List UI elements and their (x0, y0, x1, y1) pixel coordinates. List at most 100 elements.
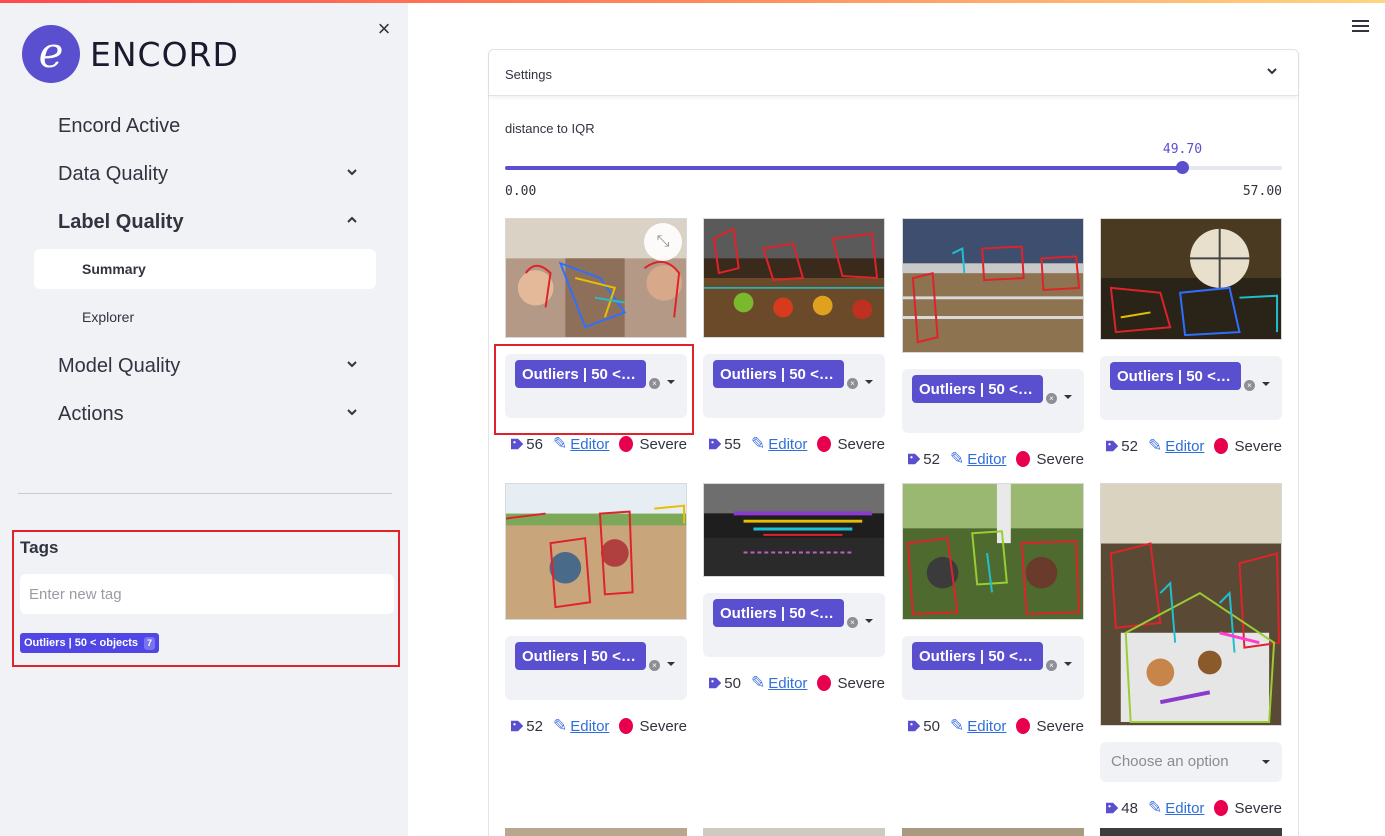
tag-option-chip: Outliers | 50 < objects (713, 599, 844, 627)
card-meta: 52 ✎ Editor Severe (511, 716, 687, 736)
editor-link[interactable]: Editor (768, 675, 807, 692)
image-thumbnail[interactable] (505, 483, 687, 620)
editor-link[interactable]: Editor (570, 436, 609, 453)
tag-multiselect[interactable]: Outliers | 50 < objects × (505, 636, 687, 700)
image-thumbnail[interactable] (505, 828, 687, 836)
tag-icon (709, 677, 722, 689)
object-count: 50 (724, 674, 741, 692)
dropdown-caret-icon[interactable] (667, 380, 675, 384)
pencil-icon: ✎ (949, 449, 965, 468)
dropdown-caret-icon[interactable] (1262, 760, 1270, 764)
image-thumbnail[interactable]: ⤡ (505, 218, 687, 338)
new-tag-input[interactable] (20, 574, 394, 614)
image-thumbnail[interactable] (1100, 828, 1282, 836)
tag-multiselect[interactable]: Outliers | 50 < objects × (902, 369, 1084, 433)
severity-dot-icon (619, 718, 634, 734)
editor-link[interactable]: Editor (570, 718, 609, 735)
card-meta: 52 ✎ Editor Severe (908, 449, 1084, 469)
card-meta: 55 ✎ Editor Severe (709, 434, 885, 454)
sidebar-divider (18, 493, 392, 494)
tag-chip[interactable]: Outliers | 50 < objects 7 (20, 633, 160, 653)
remove-tag-icon[interactable]: × (847, 378, 858, 389)
remove-tag-icon[interactable]: × (1244, 380, 1255, 391)
tag-multiselect[interactable]: Outliers | 50 < objects × (703, 354, 885, 418)
object-count: 52 (526, 717, 543, 735)
chevron-up-icon[interactable] (345, 214, 359, 228)
nav-actions[interactable]: Actions (58, 403, 124, 426)
tag-icon (709, 438, 722, 450)
severity-label: Severe (1234, 799, 1282, 817)
tag-icon (1106, 802, 1119, 814)
chevron-down-icon[interactable] (345, 166, 359, 180)
nav-summary[interactable]: Summary (34, 249, 376, 289)
editor-link[interactable]: Editor (967, 451, 1006, 468)
editor-link[interactable]: Editor (1165, 800, 1204, 817)
editor-link[interactable]: Editor (967, 718, 1006, 735)
dropdown-caret-icon[interactable] (1064, 395, 1072, 399)
severity-dot-icon (1016, 718, 1031, 734)
severity-label: Severe (639, 435, 687, 453)
image-thumbnail[interactable] (902, 218, 1084, 353)
editor-link[interactable]: Editor (768, 436, 807, 453)
tag-select[interactable]: Choose an option (1100, 742, 1282, 782)
remove-tag-icon[interactable]: × (847, 617, 858, 628)
image-thumbnail[interactable] (902, 483, 1084, 620)
dropdown-caret-icon[interactable] (865, 619, 873, 623)
pencil-icon: ✎ (750, 434, 766, 453)
dropdown-caret-icon[interactable] (865, 380, 873, 384)
object-count: 52 (1121, 437, 1138, 455)
menu-icon[interactable] (1352, 20, 1369, 34)
severity-label: Severe (639, 717, 687, 735)
slider-thumb[interactable] (1176, 161, 1190, 174)
image-thumbnail[interactable] (902, 828, 1084, 836)
image-card: ⤡ Outliers | 50 < objects × 56 ✎ Editor … (505, 218, 687, 454)
tag-icon (1106, 440, 1119, 452)
remove-tag-icon[interactable]: × (1046, 660, 1057, 671)
settings-expander[interactable]: Settings (489, 50, 1298, 96)
pencil-icon: ✎ (552, 716, 568, 735)
tag-multiselect[interactable]: Outliers | 50 < objects × (703, 593, 885, 657)
pencil-icon: ✎ (552, 434, 568, 453)
severity-label: Severe (1036, 450, 1084, 468)
tag-option-chip: Outliers | 50 < objects (1110, 362, 1241, 390)
remove-tag-icon[interactable]: × (649, 378, 660, 389)
object-count: 52 (923, 450, 940, 468)
tag-multiselect[interactable]: Outliers | 50 < objects × (1100, 356, 1282, 420)
editor-link[interactable]: Editor (1165, 438, 1204, 455)
pencil-icon: ✎ (1147, 798, 1163, 817)
severity-dot-icon (1214, 800, 1229, 816)
slider-max: 57.00 (1242, 184, 1282, 199)
image-thumbnail[interactable] (703, 218, 885, 338)
slider-min: 0.00 (505, 184, 537, 199)
card-meta: 48 ✎ Editor Severe (1106, 798, 1282, 818)
dropdown-caret-icon[interactable] (1262, 382, 1270, 386)
close-icon[interactable]: × (374, 18, 394, 40)
dropdown-caret-icon[interactable] (1064, 662, 1072, 666)
nav-encord-active[interactable]: Encord Active (58, 115, 180, 138)
tag-icon (511, 438, 524, 450)
nav-model-quality[interactable]: Model Quality (58, 355, 180, 378)
tag-multiselect[interactable]: Outliers | 50 < objects × (505, 354, 687, 418)
image-thumbnail[interactable] (1100, 218, 1282, 340)
slider-fill (505, 166, 1183, 170)
image-thumbnail[interactable] (1100, 483, 1282, 726)
tag-count-badge: 7 (144, 636, 156, 650)
nav-explorer[interactable]: Explorer (82, 309, 134, 325)
chevron-down-icon[interactable] (345, 406, 359, 420)
image-thumbnail[interactable] (703, 828, 885, 836)
expand-icon[interactable]: ⤡ (644, 223, 682, 261)
remove-tag-icon[interactable]: × (1046, 393, 1057, 404)
iqr-slider[interactable]: 49.70 (505, 142, 1282, 174)
tag-multiselect[interactable]: Outliers | 50 < objects × (902, 636, 1084, 700)
severity-dot-icon (1016, 451, 1031, 467)
chevron-down-icon[interactable] (345, 358, 359, 372)
dropdown-caret-icon[interactable] (667, 662, 675, 666)
nav-data-quality[interactable]: Data Quality (58, 163, 168, 186)
remove-tag-icon[interactable]: × (649, 660, 660, 671)
tag-option-chip: Outliers | 50 < objects (912, 375, 1043, 403)
nav-label-quality[interactable]: Label Quality (58, 211, 184, 234)
severity-dot-icon (1214, 438, 1229, 454)
severity-dot-icon (817, 436, 832, 452)
object-count: 55 (724, 435, 741, 453)
image-thumbnail[interactable] (703, 483, 885, 577)
